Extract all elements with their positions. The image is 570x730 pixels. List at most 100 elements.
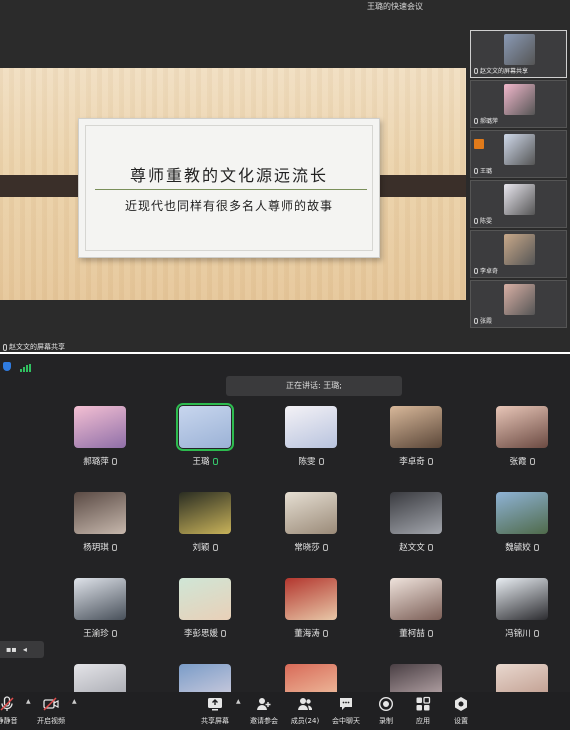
mic-icon (111, 544, 117, 551)
participant-avatar (504, 184, 535, 215)
participant-avatar (504, 134, 535, 165)
mic-icon (474, 217, 478, 224)
network-signal-icon[interactable] (20, 364, 32, 372)
slide-title-card: 尊师重教的文化源远流长 近现代也同样有很多名人尊师的故事 (78, 118, 380, 258)
participant-name: 李卓奇 (368, 455, 464, 467)
participant-video (496, 406, 548, 448)
record-icon (378, 696, 394, 712)
participant-tile[interactable]: 郝璐萍 (72, 406, 128, 467)
participant-tile[interactable]: 刘颖 (177, 492, 233, 553)
slide-headline: 尊师重教的文化源远流长 (129, 166, 328, 185)
video-options-chevron-icon[interactable]: ▲ (72, 698, 77, 705)
participant-video (176, 403, 234, 451)
share-screen-button[interactable]: 共享屏幕 ▲ (190, 696, 241, 726)
participant-tile[interactable]: 李彭思媛 (177, 578, 233, 639)
window-title: 王璐的快速会议 (367, 2, 423, 11)
participant-tile[interactable]: 董柯喆 (388, 578, 444, 639)
share-label-text: 赵文文的屏幕共享 (9, 343, 65, 351)
mic-icon (212, 544, 218, 551)
participant-tile[interactable]: 张霞 (494, 406, 550, 467)
participant-video (74, 492, 126, 534)
settings-label: 设置 (454, 717, 468, 725)
mic-icon (111, 458, 117, 465)
participant-tile[interactable]: 董海涛 (283, 578, 339, 639)
participant-name-text: 郝璐萍 (83, 457, 109, 467)
video-thumbnail[interactable]: 赵文文的屏幕共享 (470, 30, 567, 78)
mic-icon (474, 317, 478, 324)
participant-name: 陈雯 (263, 455, 359, 467)
participant-tile[interactable]: 常晓莎 (283, 492, 339, 553)
participant-tile[interactable]: 杨玥琪 (72, 492, 128, 553)
mic-icon (474, 167, 478, 174)
participant-tile[interactable]: 魏毓姣 (494, 492, 550, 553)
participant-name: 张霞 (474, 455, 570, 467)
chat-collapse-button[interactable]: ▪▪ ◂ (0, 641, 44, 658)
video-button[interactable]: 开启视频 ▲ (26, 696, 77, 726)
share-screen-icon (207, 696, 223, 712)
participant-avatar (504, 34, 535, 65)
share-label: 赵文文的屏幕共享 (3, 342, 65, 352)
video-label: 开启视频 (37, 717, 65, 725)
mic-icon (533, 544, 539, 551)
participant-name-text: 张霞 (509, 457, 527, 467)
participant-tile[interactable]: 冯锦川 (494, 578, 550, 639)
participant-video (496, 578, 548, 620)
mic-icon (322, 630, 328, 637)
video-thumbnail[interactable]: 郝璐萍 (470, 80, 567, 128)
slide-bar-left (0, 175, 85, 197)
participant-video (390, 578, 442, 620)
settings-button[interactable]: 设置 (436, 696, 486, 726)
participant-name: 董海涛 (263, 627, 359, 639)
participant-name-text: 王璐 (192, 457, 210, 467)
thumbnail-label: 赵文文的屏幕共享 (474, 66, 528, 75)
participant-name-text: 冯锦川 (505, 629, 531, 639)
thumbnail-name: 李卓奇 (480, 268, 499, 275)
speaking-banner: 正在讲话: 王璐; (226, 376, 402, 396)
security-shield-icon[interactable] (3, 362, 11, 371)
participant-name-text: 王渝珍 (83, 629, 109, 639)
mic-icon (318, 458, 324, 465)
thumbnail-label: 李卓奇 (474, 266, 498, 275)
participant-name-text: 李彭思媛 (183, 629, 218, 639)
mic-icon (111, 630, 117, 637)
shared-slide: 尊师重教的文化源远流长 近现代也同样有很多名人尊师的故事 (0, 68, 466, 300)
participant-tile[interactable]: 王璐 (176, 403, 234, 467)
mic-icon (474, 267, 478, 274)
participant-tile[interactable]: 李卓奇 (388, 406, 444, 467)
chat-icon (338, 696, 354, 712)
video-thumbnail[interactable]: 李卓奇 (470, 230, 567, 278)
mic-icon (427, 458, 433, 465)
mic-icon (474, 117, 478, 124)
participant-name: 郝璐萍 (52, 455, 148, 467)
thumbnail-name: 张霞 (480, 318, 493, 325)
video-thumbnail[interactable]: 陈雯 (470, 180, 567, 228)
collapse-arrow-icon: ◂ (22, 645, 27, 654)
thumbnail-label: 郝璐萍 (474, 116, 498, 125)
participant-name-text: 魏毓姣 (505, 543, 531, 553)
participant-video (285, 578, 337, 620)
gear-icon (453, 696, 469, 712)
participant-name-text: 陈雯 (298, 457, 316, 467)
participant-tile[interactable]: 陈雯 (283, 406, 339, 467)
participant-name-text: 董海涛 (294, 629, 320, 639)
mic-icon (212, 458, 218, 465)
meeting-toolbar: 静静音 ▲ 开启视频 ▲ 共享屏幕 ▲ 邀请参会 (0, 692, 570, 730)
participant-name-text: 赵文文 (399, 543, 425, 553)
video-thumbnail[interactable]: 王璐 (470, 130, 567, 178)
participant-name-text: 刘颖 (192, 543, 210, 553)
participant-avatar (504, 284, 535, 315)
participant-tile[interactable]: 赵文文 (388, 492, 444, 553)
participant-name-text: 董柯喆 (399, 629, 425, 639)
thumbnail-label: 张霞 (474, 316, 492, 325)
participant-avatar (504, 84, 535, 115)
participant-video (74, 578, 126, 620)
participant-tile[interactable]: 王渝珍 (72, 578, 128, 639)
participant-name: 杨玥琪 (52, 541, 148, 553)
meeting-app: 王璐的快速会议 尊师重教的文化源远流长 近现代也同样有很多名人尊师的故事 赵文文… (0, 0, 570, 730)
participant-video (285, 492, 337, 534)
video-thumbnail[interactable]: 张霞 (470, 280, 567, 328)
participant-name: 常晓莎 (263, 541, 359, 553)
participant-video (285, 406, 337, 448)
share-screen-label: 共享屏幕 (201, 717, 229, 725)
video-thumbnail-strip: 赵文文的屏幕共享 郝璐萍王璐 陈雯李卓奇张霞 (468, 30, 568, 352)
